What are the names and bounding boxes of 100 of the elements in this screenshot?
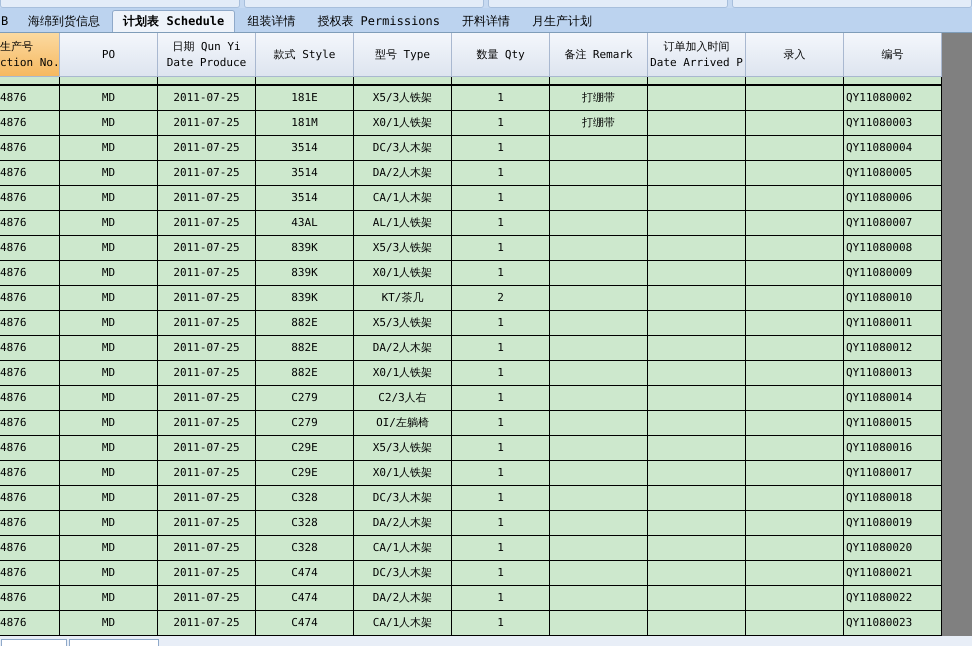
table-cell: 2011-07-25 xyxy=(158,236,256,261)
column-header[interactable]: 型号 Type xyxy=(354,33,452,77)
table-cell: 4876 xyxy=(0,411,60,436)
column-header[interactable]: 编号 xyxy=(844,33,942,77)
table-cell: 1 xyxy=(452,336,550,361)
table-cell: MD xyxy=(60,86,158,111)
table-cell: 4876 xyxy=(0,511,60,536)
sheet-tab[interactable] xyxy=(69,639,159,646)
table-cell: C328 xyxy=(256,511,354,536)
sheet-tab[interactable]: 计划表 Schedule xyxy=(112,10,236,32)
sheet-tab[interactable]: 授权表 Permissions xyxy=(307,10,450,32)
table-cell: 4876 xyxy=(0,136,60,161)
table-cell: C474 xyxy=(256,586,354,611)
table-cell: 2011-07-25 xyxy=(158,486,256,511)
column-header[interactable]: 备注 Remark xyxy=(550,33,648,77)
table-cell: MD xyxy=(60,236,158,261)
table-cell: 4876 xyxy=(0,586,60,611)
table-cell: C474 xyxy=(256,561,354,586)
table-cell: 1 xyxy=(452,136,550,161)
table-cell: 4876 xyxy=(0,486,60,511)
table-cell: 4876 xyxy=(0,236,60,261)
table-cell: 2 xyxy=(452,286,550,311)
table-cell: X0/1人铁架 xyxy=(354,261,452,286)
table-cell: MD xyxy=(60,561,158,586)
table-cell: MD xyxy=(60,336,158,361)
table-cell: CA/1人木架 xyxy=(354,186,452,211)
table-cell: X5/3人铁架 xyxy=(354,311,452,336)
sheet-tab[interactable]: 开料详情 xyxy=(452,10,520,32)
column-header[interactable]: 生产号 ction No. xyxy=(0,33,60,77)
table-cell: 4876 xyxy=(0,461,60,486)
table-cell: 1 xyxy=(452,161,550,186)
table-cell: 2011-07-25 xyxy=(158,186,256,211)
table-cell: 2011-07-25 xyxy=(158,261,256,286)
table-cell: X5/3人铁架 xyxy=(354,236,452,261)
table-cell: 2011-07-25 xyxy=(158,136,256,161)
table-cell: 43AL xyxy=(256,211,354,236)
table-cell: 4876 xyxy=(0,311,60,336)
table-cell xyxy=(0,77,60,86)
table-cell: 1 xyxy=(452,436,550,461)
table-cell: 4876 xyxy=(0,186,60,211)
table-cell: 882E xyxy=(256,336,354,361)
table-cell: 1 xyxy=(452,511,550,536)
table-cell: X0/1人铁架 xyxy=(354,461,452,486)
table-cell: DA/2人木架 xyxy=(354,161,452,186)
table-cell: 2011-07-25 xyxy=(158,336,256,361)
table-cell: DC/3人木架 xyxy=(354,561,452,586)
table-cell: 2011-07-25 xyxy=(158,586,256,611)
table-cell: MD xyxy=(60,286,158,311)
table-cell: 4876 xyxy=(0,261,60,286)
table-cell: MD xyxy=(60,411,158,436)
table-cell: DC/3人木架 xyxy=(354,486,452,511)
column-header[interactable]: PO xyxy=(60,33,158,77)
table-cell: 2011-07-25 xyxy=(158,361,256,386)
table-cell: 4876 xyxy=(0,436,60,461)
table-cell: 1 xyxy=(452,186,550,211)
column-header[interactable]: 数量 Qty xyxy=(452,33,550,77)
table-cell: MD xyxy=(60,211,158,236)
table-cell: C29E xyxy=(256,461,354,486)
table-cell: 4876 xyxy=(0,561,60,586)
sheet-tab[interactable]: 组装详情 xyxy=(237,10,306,32)
column-header[interactable]: 日期 Qun Yi Date Produce xyxy=(158,33,256,77)
table-cell: MD xyxy=(60,186,158,211)
table-cell: 1 xyxy=(452,561,550,586)
table-cell: 1 xyxy=(452,386,550,411)
table-cell: 882E xyxy=(256,361,354,386)
table-cell: 1 xyxy=(452,311,550,336)
table-cell: 1 xyxy=(452,236,550,261)
sheet-tab[interactable] xyxy=(1,639,67,646)
table-cell: 4876 xyxy=(0,86,60,111)
table-cell: X0/1人铁架 xyxy=(354,111,452,136)
table-cell: 4876 xyxy=(0,111,60,136)
table-cell: MD xyxy=(60,111,158,136)
table-cell: CA/1人木架 xyxy=(354,536,452,561)
sheet-tab[interactable]: 海绵到货信息 xyxy=(18,10,110,32)
table-cell: MD xyxy=(60,361,158,386)
table-cell: 2011-07-25 xyxy=(158,386,256,411)
table-cell: 打绷带 xyxy=(550,86,648,111)
column-header[interactable]: 订单加入时间 Date Arrived P xyxy=(648,33,746,77)
column-header[interactable]: 录入 xyxy=(746,33,844,77)
table-cell: MD xyxy=(60,261,158,286)
table-cell: X0/1人铁架 xyxy=(354,361,452,386)
table-cell: 4876 xyxy=(0,336,60,361)
sheet-tab[interactable]: 月生产计划 xyxy=(522,10,602,32)
table-cell: MD xyxy=(60,586,158,611)
table-cell: 839K xyxy=(256,261,354,286)
table-cell: 1 xyxy=(452,211,550,236)
table-cell: 1 xyxy=(452,461,550,486)
table-cell: C279 xyxy=(256,411,354,436)
table-cell: 1 xyxy=(452,586,550,611)
table-cell: 2011-07-25 xyxy=(158,311,256,336)
column-header[interactable]: 款式 Style xyxy=(256,33,354,77)
table-cell: MD xyxy=(60,486,158,511)
table-cell: AL/1人铁架 xyxy=(354,211,452,236)
table-cell: KT/茶几 xyxy=(354,286,452,311)
table-cell: MD xyxy=(60,386,158,411)
table-cell: C2/3人右 xyxy=(354,386,452,411)
sheet-tab[interactable]: B xyxy=(0,10,16,32)
table-cell: 4876 xyxy=(0,161,60,186)
table-cell: MD xyxy=(60,161,158,186)
table-cell: C29E xyxy=(256,436,354,461)
